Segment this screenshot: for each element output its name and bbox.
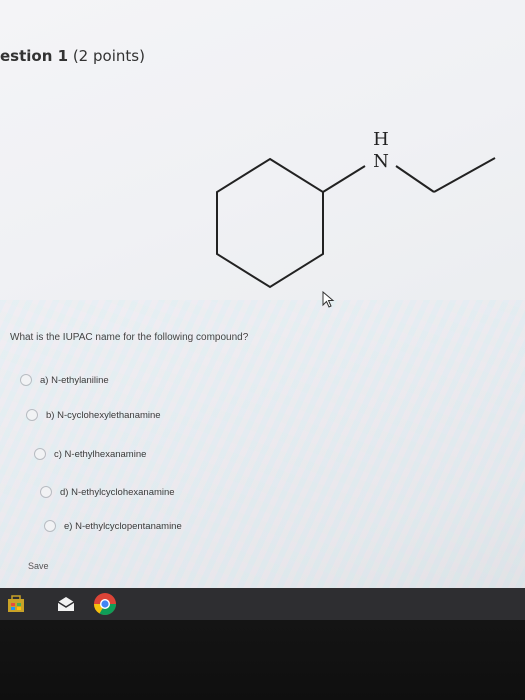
choice-a-label: a) N-ethylaniline — [40, 374, 109, 386]
radio-c[interactable] — [34, 448, 46, 460]
store-icon[interactable] — [6, 594, 26, 614]
choice-b[interactable]: b) N-cyclohexylethanamine — [26, 409, 161, 421]
monitor-bezel — [0, 620, 525, 700]
radio-a[interactable] — [20, 374, 32, 386]
quiz-screen: estion 1 (2 points) H N What is the IUPA… — [0, 0, 525, 588]
mail-icon[interactable] — [56, 594, 76, 614]
bond-n-ch2 — [395, 165, 435, 193]
choice-b-label: b) N-cyclohexylethanamine — [46, 409, 161, 421]
taskbar — [0, 588, 525, 620]
choice-d-label: d) N-ethylcyclohexanamine — [60, 486, 175, 498]
choice-a[interactable]: a) N-ethylaniline — [20, 374, 109, 386]
choice-e-label: e) N-ethylcyclopentanamine — [64, 520, 182, 532]
molecule-structure: H N — [216, 129, 496, 289]
question-prompt: What is the IUPAC name for the following… — [10, 332, 249, 343]
screen-moire — [0, 300, 525, 588]
radio-b[interactable] — [26, 409, 38, 421]
bond-ch2-ch3 — [433, 157, 496, 193]
choice-d[interactable]: d) N-ethylcyclohexanamine — [40, 486, 175, 498]
chrome-icon[interactable] — [93, 592, 117, 616]
mouse-cursor-icon — [322, 291, 335, 308]
cyclohexane-ring — [216, 157, 324, 289]
radio-e[interactable] — [44, 520, 56, 532]
save-button[interactable]: Save — [24, 559, 53, 573]
choice-c[interactable]: c) N-ethylhexanamine — [34, 448, 146, 460]
radio-d[interactable] — [40, 486, 52, 498]
choice-e[interactable]: e) N-ethylcyclopentanamine — [44, 520, 182, 532]
choice-c-label: c) N-ethylhexanamine — [54, 448, 147, 460]
atom-h-label: H — [373, 129, 389, 150]
bond-ring-n — [322, 165, 366, 193]
atom-n-label: N — [373, 151, 389, 172]
